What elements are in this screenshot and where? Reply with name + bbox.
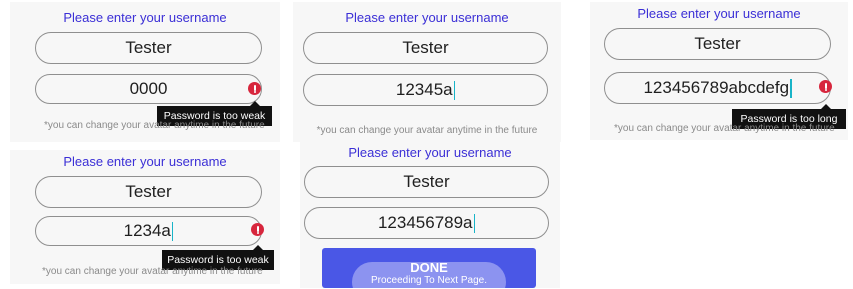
password-value: 0000 xyxy=(129,79,168,98)
avatar-hint: *you can change your avatar anytime in t… xyxy=(316,125,538,136)
text-caret xyxy=(790,78,792,98)
password-value: 1234a xyxy=(123,221,171,240)
exclamation-circle-icon xyxy=(819,80,832,93)
username-prompt: Please enter your username xyxy=(63,10,227,25)
avatar-hint: *you can change your avatar anytime in t… xyxy=(42,266,263,277)
username-prompt: Please enter your username xyxy=(348,145,512,160)
login-panel-1: Please enter your username Tester 0000 P… xyxy=(10,2,280,142)
password-field[interactable]: 123456789abcdefg xyxy=(604,72,831,104)
avatar-hint: *you can change your avatar anytime in t… xyxy=(614,123,835,134)
text-caret xyxy=(453,80,456,100)
username-field[interactable]: Tester xyxy=(35,176,262,208)
exclamation-circle-icon xyxy=(251,223,264,236)
password-value: 123456789a xyxy=(377,213,473,232)
password-field[interactable]: 123456789a xyxy=(304,207,549,239)
username-value: Tester xyxy=(403,172,450,191)
username-field[interactable]: Tester xyxy=(303,32,548,64)
avatar-hint: *you can change your avatar anytime in t… xyxy=(44,120,265,131)
username-field[interactable]: Tester xyxy=(304,166,549,198)
done-button[interactable]: DONE Proceeding To Next Page. xyxy=(322,248,536,288)
login-panel-5: Please enter your username Tester 123456… xyxy=(300,142,560,288)
password-field[interactable]: 1234a xyxy=(35,216,262,246)
password-field[interactable]: 12345a xyxy=(303,74,548,106)
text-caret xyxy=(171,221,174,241)
login-panel-4: Please enter your username Tester 1234a … xyxy=(10,150,280,284)
username-field[interactable]: Tester xyxy=(35,32,262,64)
exclamation-circle-icon xyxy=(248,82,261,95)
text-caret xyxy=(473,213,476,233)
password-value: 12345a xyxy=(395,80,453,99)
username-prompt: Please enter your username xyxy=(345,10,509,25)
username-field[interactable]: Tester xyxy=(604,28,831,60)
password-field[interactable]: 0000 xyxy=(35,74,262,104)
login-panel-3: Please enter your username Tester 123456… xyxy=(590,2,848,140)
username-prompt: Please enter your username xyxy=(637,6,801,21)
done-button-label: DONE xyxy=(410,260,448,275)
username-value: Tester xyxy=(402,38,449,57)
login-panel-2: Please enter your username Tester 12345a… xyxy=(293,2,561,142)
username-value: Tester xyxy=(694,34,741,53)
username-prompt: Please enter your username xyxy=(63,154,227,169)
password-value: 123456789abcdefg xyxy=(643,78,790,97)
username-value: Tester xyxy=(125,182,172,201)
username-value: Tester xyxy=(125,38,172,57)
done-button-subtext: Proceeding To Next Page. xyxy=(370,275,487,286)
